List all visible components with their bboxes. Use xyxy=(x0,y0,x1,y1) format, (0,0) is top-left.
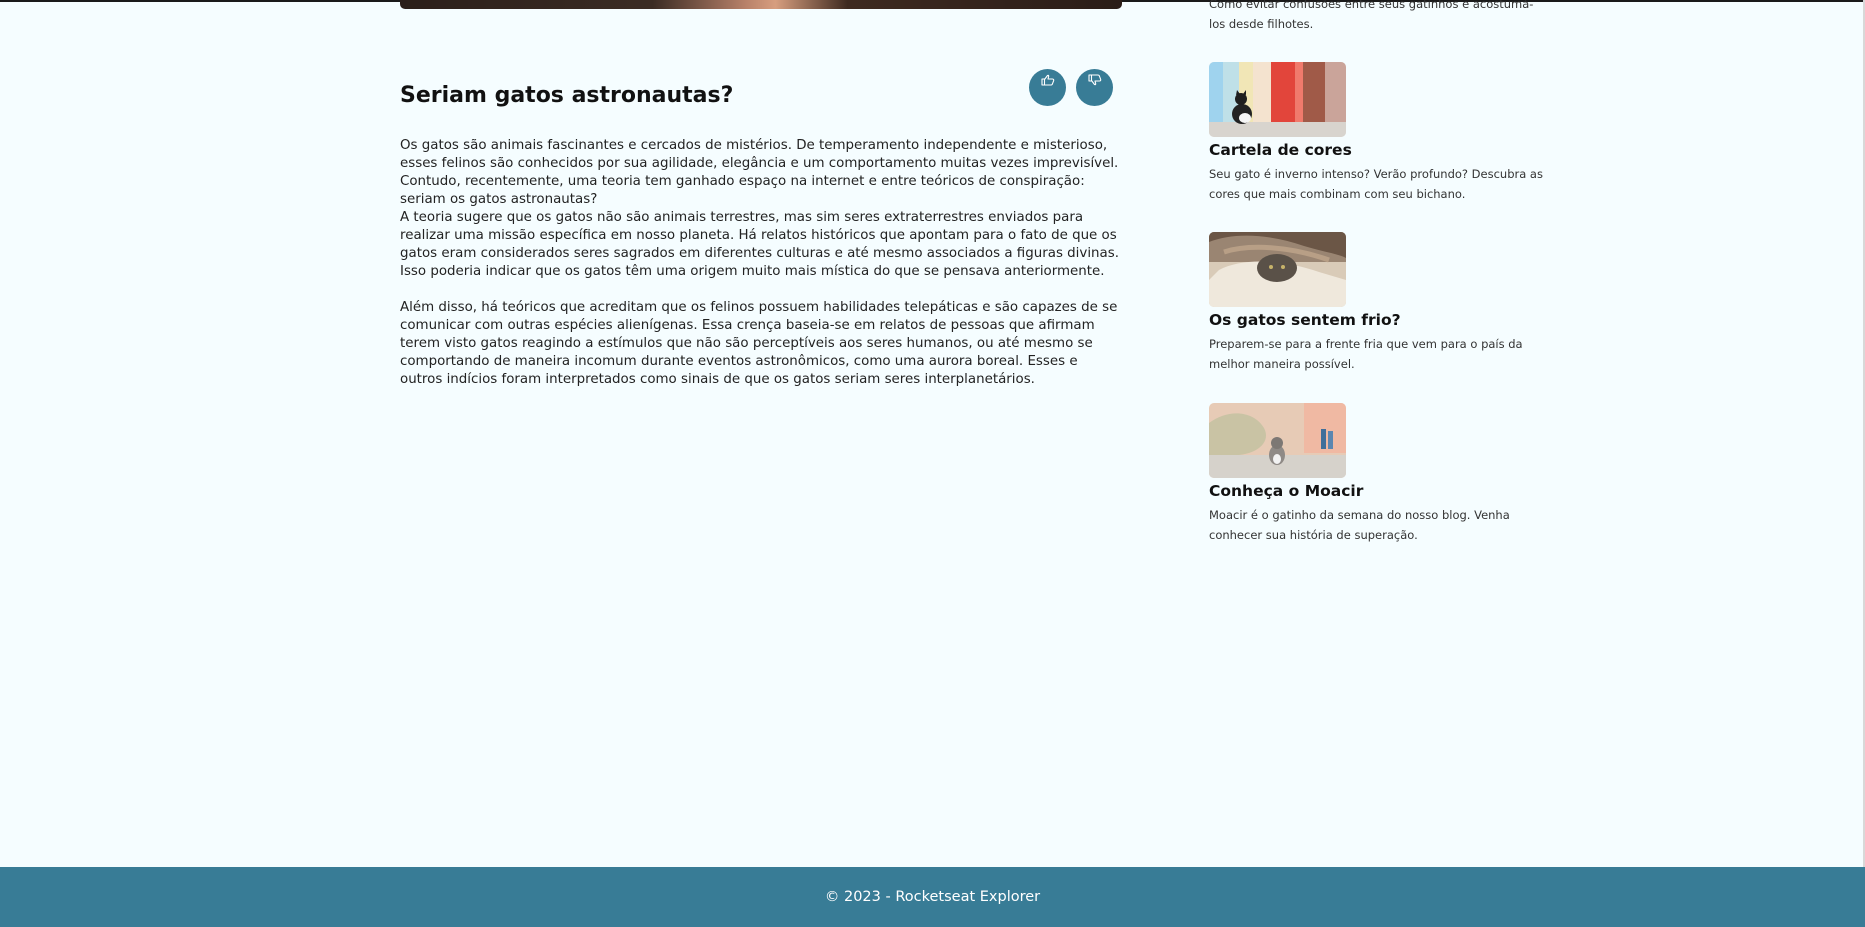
post-card-frio[interactable]: Os gatos sentem frio? Preparem-se para a… xyxy=(1209,232,1559,374)
post-title: Conheça o Moacir xyxy=(1209,482,1364,500)
footer-copyright: © 2023 - Rocketseat Explorer xyxy=(824,889,1041,905)
like-button[interactable] xyxy=(1029,69,1066,106)
post-title: Cartela de cores xyxy=(1209,141,1352,159)
post-excerpt: Preparem-se para a frente fria que vem p… xyxy=(1209,337,1523,371)
hero-image xyxy=(400,0,1122,9)
post-excerpt: Seu gato é inverno intenso? Verão profun… xyxy=(1209,167,1543,201)
post-image xyxy=(1209,232,1346,307)
post-image xyxy=(1209,403,1346,478)
article-paragraph: Os gatos são animais fascinantes e cerca… xyxy=(400,138,1119,279)
dislike-button[interactable] xyxy=(1076,69,1113,106)
article-body: Os gatos são animais fascinantes e cerca… xyxy=(400,137,1122,389)
article-paragraph: Além disso, há teóricos que acreditam qu… xyxy=(400,300,1118,387)
article-title: Seriam gatos astronautas? xyxy=(400,83,734,108)
thumbs-up-icon xyxy=(1040,74,1054,86)
post-card-moacir[interactable]: Conheça o Moacir Moacir é o gatinho da s… xyxy=(1209,403,1559,545)
thumbs-down-icon xyxy=(1087,74,1101,86)
sidebar-intro-text: Como evitar confusões entre seus gatinho… xyxy=(1209,0,1534,31)
post-excerpt: Moacir é o gatinho da semana do nosso bl… xyxy=(1209,508,1510,542)
post-card-cartela[interactable]: Cartela de cores Seu gato é inverno inte… xyxy=(1209,62,1559,204)
footer: © 2023 - Rocketseat Explorer xyxy=(0,867,1865,927)
post-title: Os gatos sentem frio? xyxy=(1209,311,1401,329)
post-image xyxy=(1209,62,1346,137)
